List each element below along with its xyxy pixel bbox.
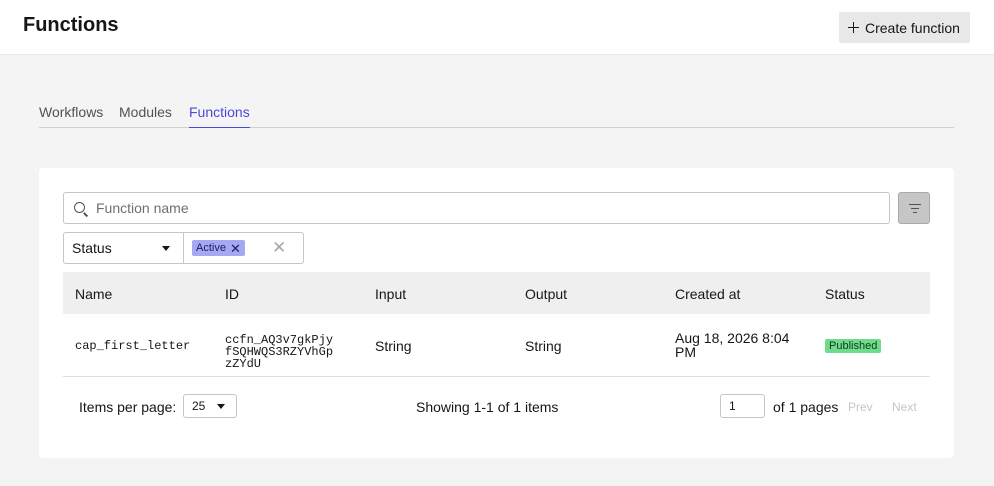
search-input[interactable] bbox=[96, 193, 876, 223]
function-created-at: Aug 18, 2026 8:04 PM bbox=[675, 330, 790, 360]
column-header-status[interactable]: Status bbox=[825, 286, 865, 302]
functions-table: Name ID Input Output Created at Status c… bbox=[63, 272, 930, 377]
table-header: Name ID Input Output Created at Status bbox=[63, 272, 930, 314]
filter-tag-label: Active bbox=[196, 242, 226, 254]
functions-card: Status Active ✕ ✕ Name ID Input Output C… bbox=[39, 168, 954, 458]
tab-functions[interactable]: Functions bbox=[189, 103, 250, 128]
tab-workflows[interactable]: Workflows bbox=[39, 103, 103, 128]
column-header-name[interactable]: Name bbox=[75, 286, 112, 302]
create-function-label: Create function bbox=[865, 19, 960, 36]
column-header-created-at[interactable]: Created at bbox=[675, 286, 740, 302]
function-id: ccfn_AQ3v7gkPjyfSQHWQS3RZYVhGpzZYdU bbox=[225, 333, 334, 371]
filter-tag-active[interactable]: Active ✕ bbox=[192, 240, 245, 256]
status-field-select[interactable]: Status bbox=[64, 233, 184, 263]
prev-page-button[interactable]: Prev bbox=[848, 400, 873, 414]
table-row[interactable]: cap_first_letter ccfn_AQ3v7gkPjyfSQHWQS3… bbox=[63, 314, 930, 377]
top-bar: Functions Create function bbox=[0, 0, 994, 55]
next-page-button[interactable]: Next bbox=[892, 400, 917, 414]
tab-modules[interactable]: Modules bbox=[119, 103, 172, 128]
tab-bar: Workflows Modules Functions bbox=[39, 103, 954, 128]
filter-icon bbox=[909, 204, 921, 214]
remove-tag-icon[interactable]: ✕ bbox=[230, 242, 241, 255]
showing-count: Showing 1-1 of 1 items bbox=[416, 399, 559, 415]
column-header-id[interactable]: ID bbox=[225, 286, 239, 302]
search-box bbox=[63, 192, 890, 224]
column-header-input[interactable]: Input bbox=[375, 286, 406, 302]
items-per-page-value: 25 bbox=[192, 399, 206, 413]
items-per-page-label: Items per page: bbox=[79, 399, 177, 415]
function-name[interactable]: cap_first_letter bbox=[75, 339, 190, 353]
filter-button[interactable] bbox=[898, 192, 930, 224]
status-badge: Published bbox=[825, 339, 882, 353]
plus-icon bbox=[848, 22, 859, 33]
pagination-bar: Items per page: 25 Showing 1-1 of 1 item… bbox=[63, 378, 930, 434]
create-function-button[interactable]: Create function bbox=[839, 12, 970, 43]
caret-down-icon bbox=[162, 246, 170, 251]
page-number-input[interactable] bbox=[720, 394, 765, 418]
items-per-page-select[interactable]: 25 bbox=[183, 394, 237, 418]
search-icon bbox=[74, 202, 85, 213]
total-pages-label: of 1 pages bbox=[773, 399, 839, 415]
clear-filter-icon[interactable]: ✕ bbox=[272, 238, 286, 258]
status-filter: Status Active ✕ ✕ bbox=[63, 232, 304, 264]
status-field-label: Status bbox=[72, 240, 112, 256]
function-output: String bbox=[525, 338, 562, 354]
page-title: Functions bbox=[23, 14, 119, 36]
function-input: String bbox=[375, 338, 412, 354]
caret-down-icon bbox=[217, 404, 225, 409]
column-header-output[interactable]: Output bbox=[525, 286, 567, 302]
